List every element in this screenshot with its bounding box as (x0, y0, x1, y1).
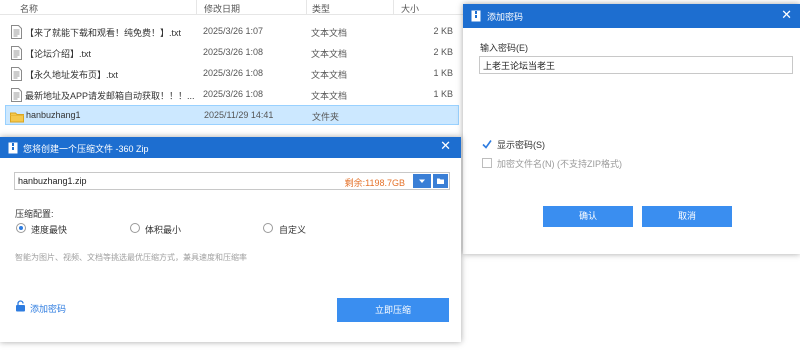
folder-icon (437, 178, 444, 184)
file-type: 文本文档 (311, 28, 348, 38)
column-divider[interactable] (196, 0, 197, 15)
column-name[interactable]: 名称 (20, 2, 38, 15)
radio-smallest-label[interactable]: 体积最小 (145, 223, 181, 236)
file-row[interactable]: 【论坛介绍】.txt 2025/3/26 1:08 文本文档 2 KB (5, 43, 459, 63)
ok-button[interactable]: 确认 (543, 206, 633, 227)
zip-app-icon (8, 142, 18, 154)
free-space-label: 剩余:1198.7GB (344, 178, 405, 188)
zip-app-icon (471, 10, 481, 22)
file-type: 文本文档 (311, 91, 348, 101)
radio-custom[interactable] (263, 223, 273, 233)
file-type: 文本文档 (311, 70, 348, 80)
password-label: 输入密码(E) (480, 43, 528, 53)
encrypt-filenames-checkbox[interactable] (481, 157, 493, 169)
file-row[interactable]: 【永久地址发布页】.txt 2025/3/26 1:08 文本文档 1 KB (5, 64, 459, 84)
show-password-checkbox[interactable] (481, 138, 493, 150)
file-size: 2 KB (433, 47, 453, 57)
column-type[interactable]: 类型 (312, 2, 330, 15)
chevron-down-icon (419, 179, 425, 183)
radio-smallest[interactable] (130, 223, 140, 233)
file-name: 【来了就能下载和观看！纯免费！】.txt (25, 28, 182, 38)
radio-fastest[interactable] (16, 223, 26, 233)
file-type: 文本文档 (311, 49, 348, 59)
file-name: 最新地址及APP请发邮箱自动获取！！！... (25, 91, 195, 101)
compression-hint: 智能为图片、视频、文档等挑选最优压缩方式，兼具速度和压缩率 (15, 253, 247, 262)
folder-icon (10, 112, 24, 123)
zip-filename[interactable]: hanbuzhang1.zip (18, 176, 87, 186)
add-password-link[interactable]: 添加密码 (30, 302, 66, 315)
compress-now-button[interactable]: 立即压缩 (337, 298, 449, 322)
add-password-dialog: 添加密码 ✕ 输入密码(E) 上老王论坛当老王 显示密码(S) 加密文件名(N)… (463, 4, 800, 254)
folder-row-selected[interactable]: hanbuzhang1 2025/11/29 14:41 文件夹 (5, 105, 459, 125)
dialog-title: 添加密码 (487, 12, 524, 22)
file-type: 文件夹 (312, 112, 340, 122)
encrypt-filenames-label: 加密文件名(N) (不支持ZIP格式) (497, 159, 622, 169)
create-zip-dialog: 您将创建一个压缩文件 -360 Zip ✕ hanbuzhang1.zip 剩余… (0, 137, 461, 342)
dialog-title: 您将创建一个压缩文件 -360 Zip (23, 144, 149, 154)
close-icon[interactable]: ✕ (440, 139, 451, 153)
file-size: 1 KB (433, 89, 453, 99)
radio-fastest-label[interactable]: 速度最快 (31, 223, 67, 236)
path-dropdown-button[interactable] (413, 174, 431, 188)
cancel-button[interactable]: 取消 (642, 206, 732, 227)
column-divider[interactable] (306, 0, 307, 15)
dialog-titlebar[interactable]: 您将创建一个压缩文件 -360 Zip ✕ (0, 137, 461, 158)
lock-icon[interactable] (15, 300, 26, 312)
txt-file-icon (11, 46, 22, 60)
column-size[interactable]: 大小 (401, 2, 419, 15)
show-password-label[interactable]: 显示密码(S) (497, 138, 545, 151)
radio-custom-label[interactable]: 自定义 (279, 223, 306, 236)
file-name: 【论坛介绍】.txt (25, 49, 92, 59)
txt-file-icon (11, 67, 22, 81)
txt-file-icon (11, 25, 22, 39)
txt-file-icon (11, 88, 22, 102)
file-row[interactable]: 【来了就能下载和观看！纯免费！】.txt 2025/3/26 1:07 文本文档… (5, 22, 459, 42)
file-date: 2025/3/26 1:08 (203, 68, 264, 78)
file-size: 1 KB (433, 68, 453, 78)
file-date: 2025/11/29 14:41 (204, 110, 274, 120)
column-date[interactable]: 修改日期 (204, 2, 240, 15)
column-divider[interactable] (393, 0, 394, 15)
file-date: 2025/3/26 1:08 (203, 47, 264, 57)
dialog-titlebar[interactable]: 添加密码 ✕ (463, 4, 800, 28)
file-name: hanbuzhang1 (26, 110, 81, 120)
close-icon[interactable]: ✕ (781, 8, 792, 22)
output-path-field[interactable]: hanbuzhang1.zip 剩余:1198.7GB (14, 172, 450, 190)
file-name: 【永久地址发布页】.txt (25, 70, 119, 80)
compression-config-label: 压缩配置: (15, 209, 54, 219)
file-date: 2025/3/26 1:08 (203, 89, 264, 99)
file-date: 2025/3/26 1:07 (203, 26, 264, 36)
browse-folder-button[interactable] (433, 174, 448, 188)
file-size: 2 KB (433, 26, 453, 36)
password-input[interactable]: 上老王论坛当老王 (479, 56, 793, 74)
file-row[interactable]: 最新地址及APP请发邮箱自动获取！！！... 2025/3/26 1:08 文本… (5, 85, 459, 105)
